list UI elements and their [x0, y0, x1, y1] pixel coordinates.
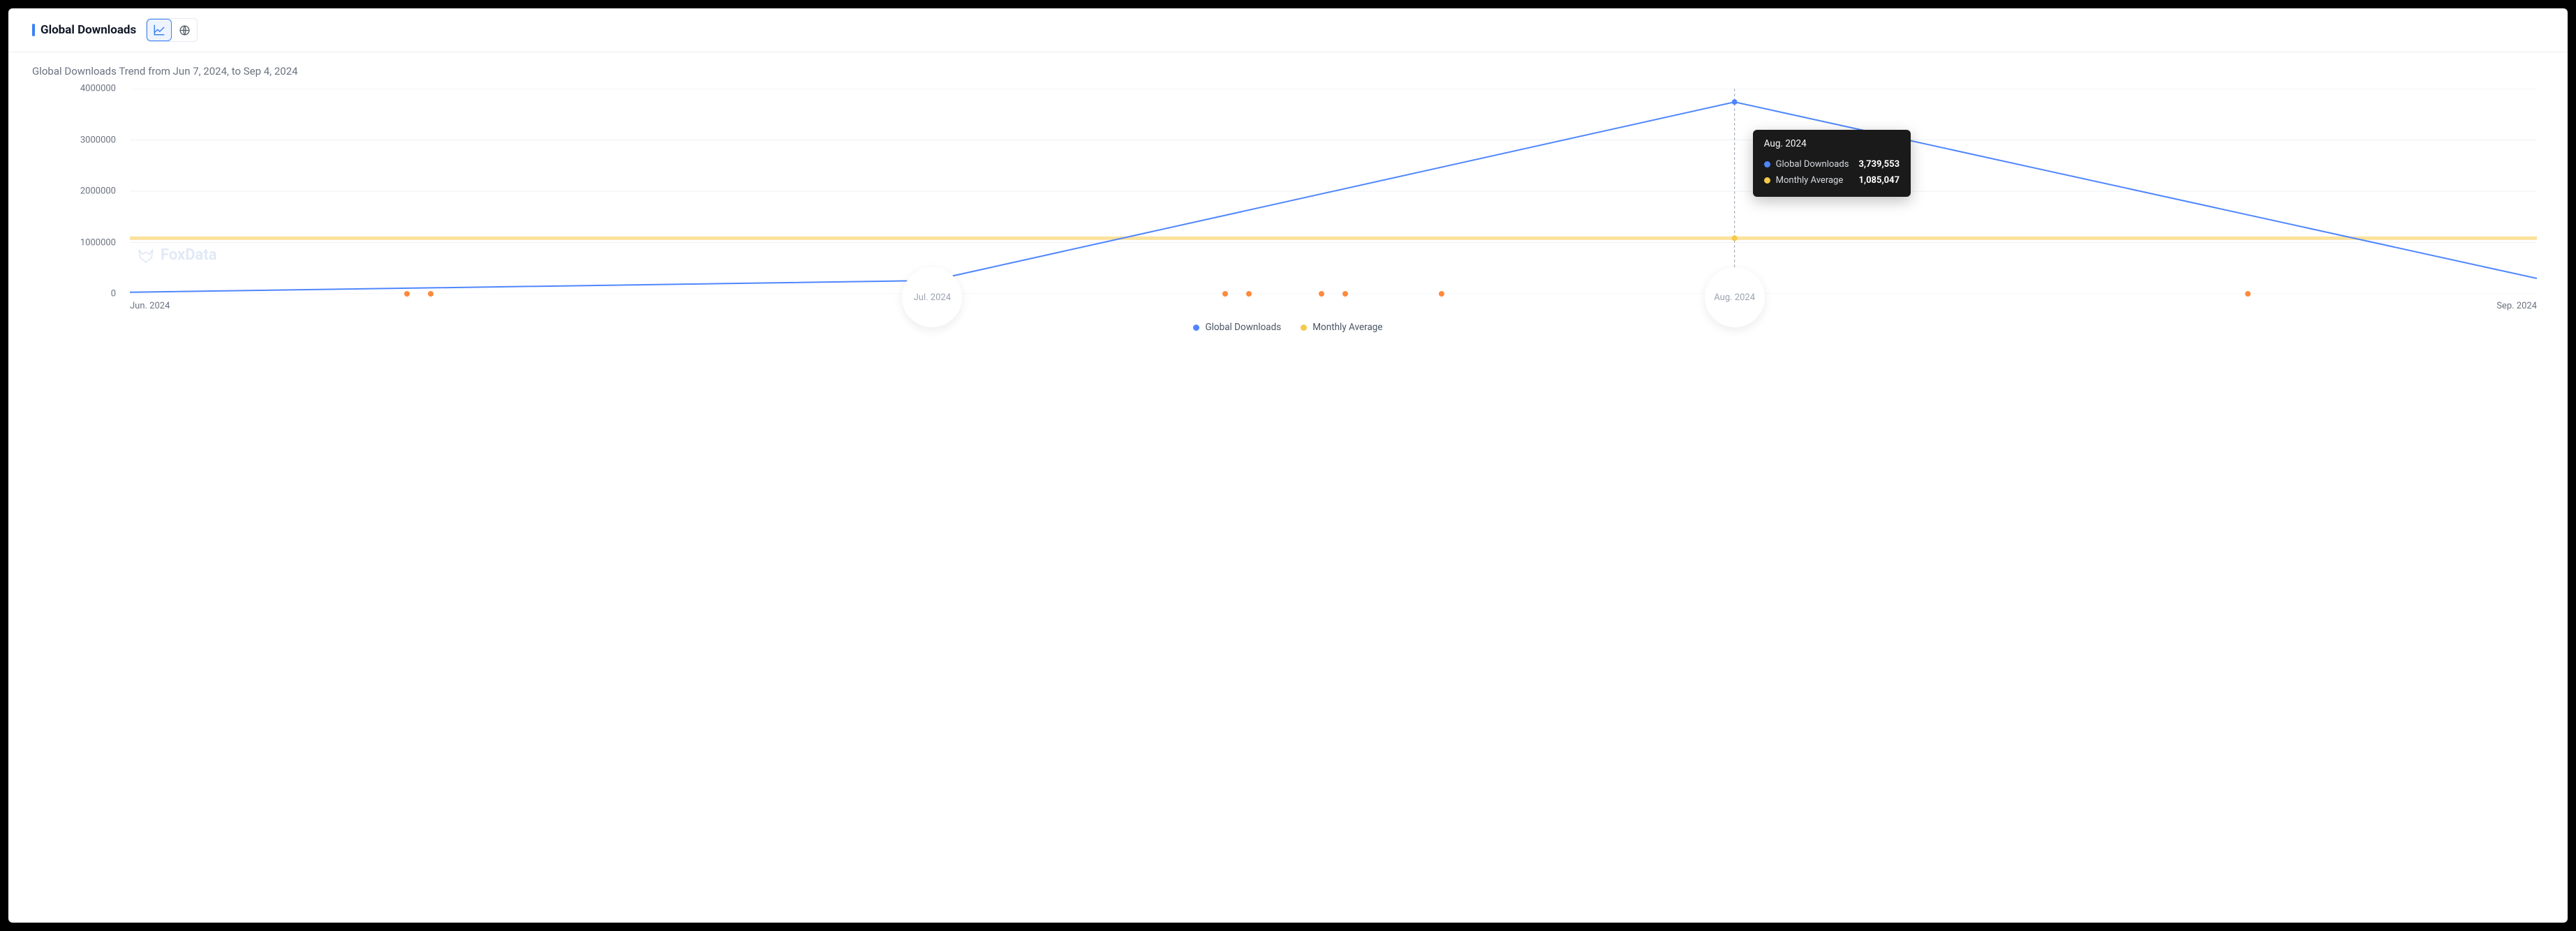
event-marker[interactable] [404, 291, 410, 297]
globe-icon [179, 24, 191, 36]
y-tick-label: 1000000 [80, 237, 116, 248]
chart-subtitle: Global Downloads Trend from Jun 7, 2024,… [8, 52, 2568, 82]
y-axis: 01000000200000030000004000000 [32, 84, 123, 294]
event-marker[interactable] [1319, 291, 1324, 297]
y-tick-label: 3000000 [80, 135, 116, 145]
tooltip-title: Aug. 2024 [1764, 138, 1900, 149]
tooltip-row-avg: Monthly Average 1,085,047 [1764, 172, 1900, 188]
dot-icon [1764, 177, 1770, 184]
panel-header: Global Downloads [8, 8, 2568, 52]
panel-title: Global Downloads [40, 23, 136, 37]
title-wrap: Global Downloads [32, 23, 136, 37]
event-marker[interactable] [1439, 291, 1444, 297]
chart-view-toggle[interactable] [147, 19, 172, 41]
plot-area[interactable] [130, 89, 2537, 294]
x-tick-label: Jun. 2024 [130, 301, 170, 311]
dot-icon [1301, 325, 1307, 331]
dot-icon [1764, 161, 1770, 167]
y-tick-label: 0 [111, 289, 116, 299]
tooltip-row-series: Global Downloads 3,739,553 [1764, 156, 1900, 172]
event-marker[interactable] [1222, 291, 1228, 297]
legend-item-series[interactable]: Global Downloads [1193, 322, 1281, 333]
y-tick-label: 2000000 [80, 186, 116, 197]
chart-legend: Global Downloads Monthly Average [8, 315, 2568, 343]
x-axis: Jun. 2024Jul. 2024Aug. 2024Sep. 2024 [130, 298, 2537, 315]
globe-view-toggle[interactable] [172, 19, 197, 41]
event-marker[interactable] [1342, 291, 1348, 297]
focus-halo-aug: Aug. 2024 [1705, 267, 1765, 327]
event-marker[interactable] [1246, 291, 1252, 297]
chart-tooltip: Aug. 2024 Global Downloads 3,739,553 Mon… [1753, 130, 1911, 197]
dot-icon [1193, 325, 1199, 331]
focus-halo-jul: Jul. 2024 [902, 267, 962, 327]
chart-area: 0 1000000 2000000 3000000 4000000 Jun. 2024J… [32, 84, 2544, 315]
line-chart-icon [153, 24, 165, 36]
chart-svg [130, 89, 2537, 294]
y-tick-label: 4000000 [80, 84, 116, 94]
panel: Global Downloads Global Downloads Trend … [8, 8, 2568, 923]
event-marker[interactable] [428, 291, 434, 297]
x-tick-label: Sep. 2024 [2496, 301, 2537, 311]
legend-item-avg[interactable]: Monthly Average [1301, 322, 1382, 333]
view-toggle-group [146, 18, 198, 42]
title-accent [32, 24, 35, 36]
event-marker[interactable] [2245, 291, 2251, 297]
